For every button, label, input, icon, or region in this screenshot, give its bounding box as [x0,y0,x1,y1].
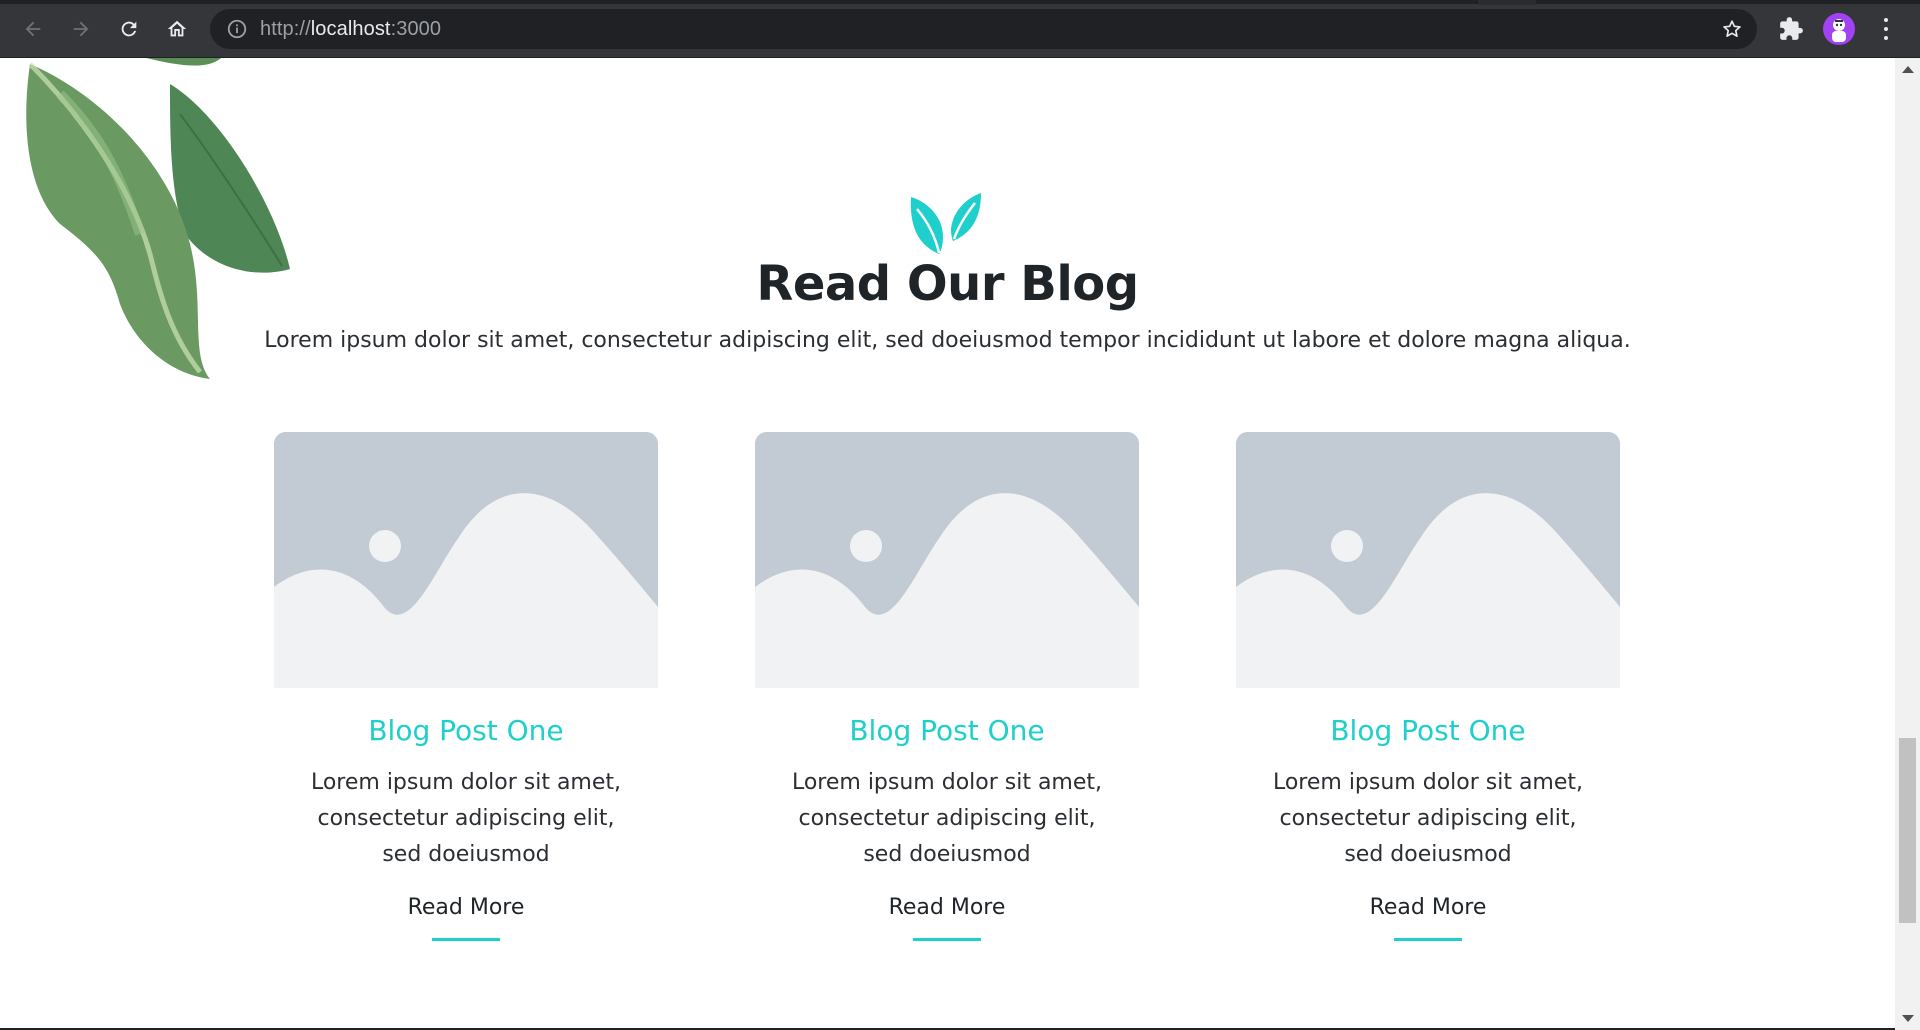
avatar-figure-icon [1832,19,1846,42]
image-placeholder [274,432,658,688]
scroll-down-arrow-icon[interactable] [1902,1015,1914,1022]
link-underline [913,938,981,941]
vertical-scrollbar[interactable] [1895,58,1920,1030]
link-underline [1394,938,1462,941]
image-placeholder [1236,432,1620,688]
read-more-link[interactable]: Read More [755,895,1139,920]
link-underline [432,938,500,941]
back-button[interactable] [18,14,48,44]
image-placeholder-icon [755,432,1139,688]
url-text: http://localhost:3000 [260,17,442,40]
section-subtitle: Lorem ipsum dolor sit amet, consectetur … [264,328,1631,353]
blog-card: Blog Post One Lorem ipsum dolor sit amet… [755,432,1139,941]
blog-post-title[interactable]: Blog Post One [755,714,1139,747]
image-placeholder [755,432,1139,688]
reload-icon [121,21,137,37]
browser-toolbar: http://localhost:3000 [0,0,1920,58]
section-title: Read Our Blog [756,256,1139,312]
blog-post-excerpt: Lorem ipsum dolor sit amet, consectetur … [791,770,1103,867]
kebab-menu-icon[interactable] [1876,16,1896,42]
home-icon [167,20,187,37]
blog-post-excerpt: Lorem ipsum dolor sit amet, consectetur … [1272,770,1584,867]
leaf-icon [910,193,981,254]
blog-card: Blog Post One Lorem ipsum dolor sit amet… [1236,432,1620,941]
page-viewport: Read Our Blog Lorem ipsum dolor sit amet… [0,58,1895,1030]
blog-post-title[interactable]: Blog Post One [1236,714,1620,747]
tab-strip [0,0,1920,4]
star-icon[interactable] [1721,18,1743,40]
avatar[interactable] [1823,13,1855,45]
blog-card: Blog Post One Lorem ipsum dolor sit amet… [274,432,658,941]
info-icon[interactable] [226,18,248,40]
image-placeholder-icon [1236,432,1620,688]
back-arrow-icon [25,21,41,37]
reload-button[interactable] [114,14,144,44]
extensions-icon[interactable] [1778,16,1804,42]
read-more-link[interactable]: Read More [274,895,658,920]
forward-arrow-icon [73,21,89,37]
blog-post-title[interactable]: Blog Post One [274,714,658,747]
scrollbar-thumb[interactable] [1899,738,1916,923]
image-placeholder-icon [274,432,658,688]
forward-button[interactable] [66,14,96,44]
scroll-up-arrow-icon[interactable] [1902,66,1914,73]
home-button[interactable] [162,14,192,44]
read-more-link[interactable]: Read More [1236,895,1620,920]
tab-edge [1478,0,1536,5]
blog-post-excerpt: Lorem ipsum dolor sit amet, consectetur … [310,770,622,867]
address-bar[interactable]: http://localhost:3000 [210,9,1757,49]
